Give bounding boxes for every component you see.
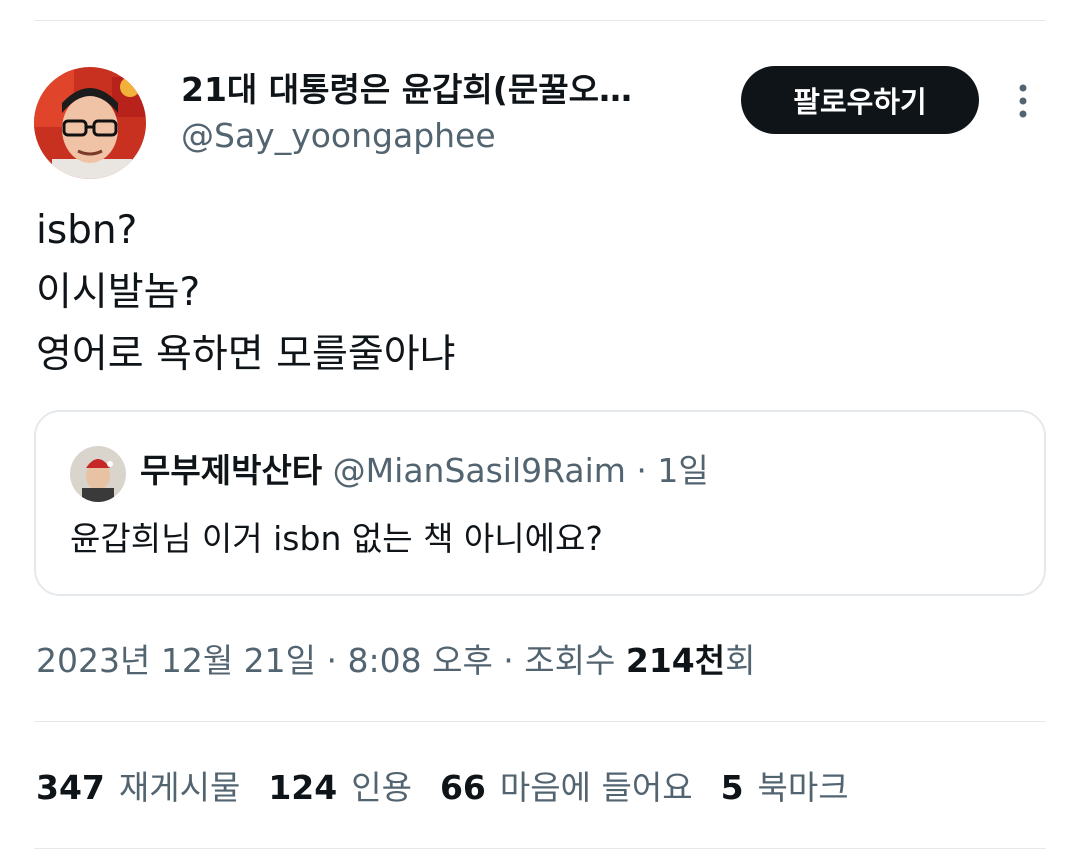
tweet-timestamp[interactable]: 2023년 12월 21일 · 8:08 오후 · 조회수 [36, 641, 626, 680]
stat-quotes[interactable]: 124 인용 [268, 764, 412, 812]
quoted-author-handle[interactable]: @MianSasil9Raim [333, 451, 626, 490]
quoted-timestamp[interactable]: 1일 [657, 451, 708, 490]
quoted-separator: · [625, 451, 658, 490]
stat-label: 북마크 [757, 768, 849, 807]
stat-reposts[interactable]: 347 재게시물 [36, 764, 240, 812]
stat-label: 인용 [351, 768, 412, 807]
tweet-line: 영어로 욕하면 모를줄아냐 [36, 332, 456, 377]
views-suffix: 회 [725, 641, 756, 680]
stat-label: 마음에 들어요 [499, 768, 693, 807]
top-divider [34, 20, 1046, 21]
quoted-author-avatar[interactable] [70, 446, 126, 502]
stats-divider-top [34, 721, 1046, 722]
tweet-line: isbn? [36, 208, 138, 253]
stat-count: 124 [268, 768, 338, 807]
tweet-text: isbn? 이시발놈? 영어로 욕하면 모를줄아냐 [36, 200, 455, 386]
author-display-name[interactable]: 21대 대통령은 윤갑희(문꿀오… [181, 68, 721, 112]
stat-count: 5 [720, 768, 744, 807]
author-avatar-image [34, 67, 146, 179]
stat-bookmarks[interactable]: 5 북마크 [721, 764, 849, 812]
more-vertical-icon[interactable] [1006, 82, 1040, 120]
stat-label: 재게시물 [118, 768, 241, 807]
stat-count: 347 [36, 768, 105, 807]
stat-count: 66 [439, 768, 486, 807]
quoted-tweet-card[interactable]: 무부제박산타 @MianSasil9Raim · 1일 윤갑희님 이거 isbn… [34, 410, 1046, 596]
quoted-tweet-text: 윤갑희님 이거 isbn 없는 책 아니에요? [70, 519, 603, 558]
quoted-tweet-header: 무부제박산타 @MianSasil9Raim · 1일 [140, 448, 709, 494]
quoted-author-name[interactable]: 무부제박산타 [140, 451, 322, 490]
engagement-stats: 347 재게시물 124 인용 66 마음에 들어요 5 북마크 [36, 764, 877, 812]
author-handle[interactable]: @Say_yoongaphee [181, 114, 496, 158]
tweet-line: 이시발놈? [36, 270, 201, 315]
views-count: 214천 [625, 641, 726, 680]
author-avatar[interactable] [34, 67, 146, 179]
stats-divider-bottom [34, 848, 1046, 849]
tweet-meta: 2023년 12월 21일 · 8:08 오후 · 조회수 214천회 [36, 637, 755, 685]
follow-button[interactable]: 팔로우하기 [741, 66, 979, 134]
stat-likes[interactable]: 66 마음에 들어요 [440, 764, 693, 812]
